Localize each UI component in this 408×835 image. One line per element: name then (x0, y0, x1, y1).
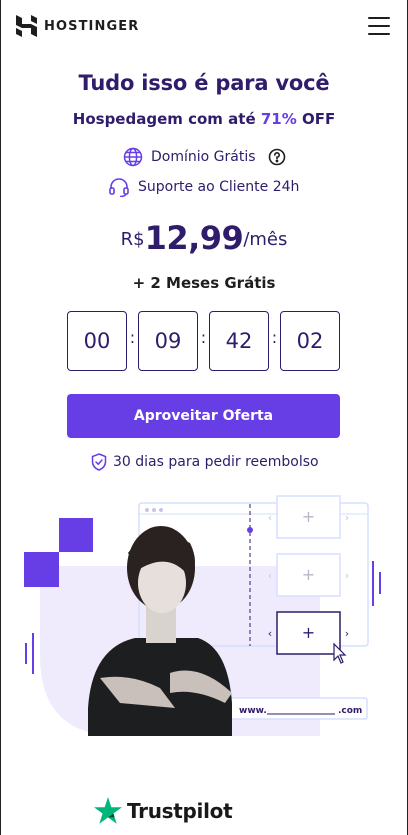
header: HOSTINGER (0, 0, 408, 52)
svg-text:›: › (345, 569, 349, 582)
svg-text:›: › (345, 627, 349, 640)
headset-icon (108, 177, 130, 197)
refund-guarantee: 30 dias para pedir reembolso (91, 453, 319, 471)
countdown-timer: 00 : 09 : 42 : 02 (67, 311, 340, 371)
discount-percent: 71% (260, 110, 297, 128)
svg-text:‹: ‹ (268, 511, 272, 524)
subtitle-suffix: OFF (296, 110, 336, 128)
refund-text: 30 dias para pedir reembolso (113, 454, 319, 470)
feature-label: Domínio Grátis (151, 149, 256, 165)
page-title: Tudo isso é para você (78, 71, 330, 95)
hamburger-menu-icon[interactable] (368, 17, 390, 35)
countdown-minutes: 42 (209, 311, 269, 371)
svg-text:+: + (302, 623, 315, 642)
hero-illustration: + + + ‹ › ‹ › ‹ › www. .com (0, 488, 408, 758)
countdown-separator: : (129, 328, 136, 347)
help-circle-icon[interactable] (268, 148, 286, 166)
svg-text:‹: ‹ (268, 627, 272, 640)
price-currency: R$ (120, 229, 145, 250)
price-amount: 12,99 (144, 219, 244, 257)
bonus-months: + 2 Meses Grátis (132, 274, 276, 292)
countdown-separator: : (200, 328, 207, 347)
price: R$12,99/mês (0, 219, 408, 257)
countdown-hours: 09 (138, 311, 198, 371)
svg-text:›: › (345, 511, 349, 524)
feature-label: Suporte ao Cliente 24h (138, 179, 300, 195)
shield-check-icon (91, 453, 107, 471)
brand-logo[interactable]: HOSTINGER (16, 15, 139, 37)
claim-offer-button[interactable]: Aproveitar Oferta (67, 394, 340, 438)
trustpilot-label: Trustpilot (127, 798, 233, 823)
countdown-seconds: 02 (280, 311, 340, 371)
svg-text:+: + (302, 565, 315, 584)
discount-subtitle: Hospedagem com até 71% OFF (0, 110, 408, 128)
feature-support: Suporte ao Cliente 24h (108, 177, 299, 197)
trustpilot-badge[interactable]: Trustpilot (94, 797, 233, 824)
countdown-days: 00 (67, 311, 127, 371)
trustpilot-star-icon (94, 797, 122, 824)
countdown-separator: : (271, 328, 278, 347)
url-prefix: www. (239, 706, 267, 716)
price-period: /mês (243, 229, 288, 250)
svg-text:+: + (302, 507, 315, 526)
hostinger-logo-icon (16, 15, 37, 37)
svg-text:‹: ‹ (268, 569, 272, 582)
feature-free-domain: Domínio Grátis (123, 147, 286, 167)
subtitle-prefix: Hospedagem com até (72, 110, 261, 128)
url-suffix: .com (338, 706, 363, 716)
globe-icon (123, 147, 143, 167)
brand-name: HOSTINGER (44, 18, 140, 34)
